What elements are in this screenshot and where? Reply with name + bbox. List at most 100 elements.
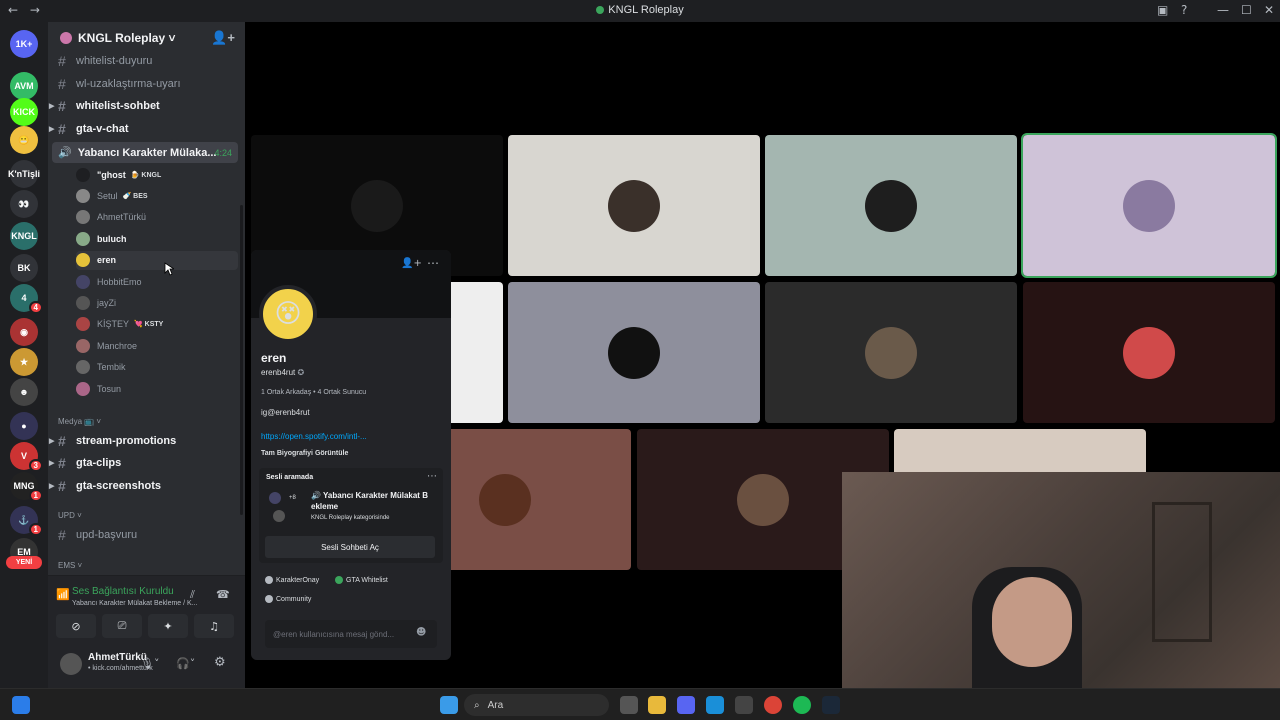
server-icon[interactable]: 👀 [10,190,38,218]
app-icon [596,6,605,15]
server-icon[interactable]: V3 [10,442,43,472]
view-full-bio-link[interactable]: Tam Biyografiyi Görüntüle [261,450,348,457]
close-icon[interactable]: ✕ [1264,3,1274,17]
channel-item[interactable]: # whitelist-duyuru [58,51,238,71]
server-icon[interactable]: KICK [10,98,38,126]
channel-item[interactable]: ▶ # gta-v-chat [49,119,238,139]
server-icon[interactable]: ◉ [10,318,38,346]
emoji-icon[interactable]: ☻ [416,627,426,638]
noise-icon[interactable]: ⫽ [190,588,195,602]
microphone-icon[interactable]: 🎙˅ [140,657,159,670]
screen-share-button[interactable]: ⎚ [102,614,142,638]
voice-member[interactable]: buluch [76,229,238,248]
task-view-icon[interactable] [620,696,638,714]
activities-button[interactable]: ✦ [148,614,188,638]
server-icon[interactable]: K'nTişli [8,160,40,188]
more-options-icon[interactable]: ⋯ [427,256,439,270]
steam-icon[interactable] [822,696,840,714]
profile-link[interactable]: https://open.spotify.com/intl-... [261,432,367,441]
maximize-icon[interactable]: ☐ [1241,3,1252,17]
start-icon[interactable] [440,696,458,714]
channel-item[interactable]: ▶ # gta-clips [49,453,238,473]
server-icon[interactable]: AVM [10,72,38,100]
taskbar-search[interactable]: ⌕ Ara [464,694,609,716]
video-tile[interactable] [765,135,1017,276]
channel-item[interactable]: ▶ # stream-promotions [49,431,238,451]
server-icon[interactable]: MNG 1 [10,472,43,502]
file-explorer-icon[interactable] [648,696,666,714]
role-color-dot [265,595,273,603]
channel-item[interactable]: ▶ # gta-screenshots [49,476,238,496]
profile-display-name: eren [261,351,287,365]
window-title: KNGL Roleplay [0,4,1280,16]
sidebar-scrollbar[interactable] [240,205,243,515]
member-name: HobbitEmo [97,276,142,287]
video-tile[interactable] [1023,282,1275,423]
server-icon[interactable]: 😬 [10,126,38,154]
voice-member[interactable]: "ghost 🍺 KNGL [76,165,238,184]
channel-upd-basvuru[interactable]: # upd-başvuru [58,525,238,545]
role-name: Community [276,595,312,603]
edge-icon[interactable] [706,696,724,714]
invite-icon[interactable]: 👤+ [211,30,235,46]
avatar [76,188,90,203]
chrome-icon[interactable] [764,696,782,714]
message-input[interactable]: @eren kullanıcısına mesaj gönd... [265,620,437,648]
inbox-icon[interactable]: ▣ [1157,3,1168,17]
participant-avatar [1123,326,1175,379]
server-icon[interactable]: KNGL [10,222,38,250]
server-icon[interactable]: ☻ [10,378,38,406]
settings-gear-icon[interactable]: ⚙ [214,655,226,670]
soundboard-button[interactable]: ♫ [194,614,234,638]
disconnect-icon[interactable]: ☎ [216,588,230,601]
channel-item[interactable]: # wl-uzaklaştırma-uyarı [58,74,238,94]
member-name: eren [97,255,117,266]
video-tile[interactable] [508,282,760,423]
taskbar-search-label: Ara [487,699,504,711]
voice-member[interactable]: Manchroe [76,336,238,355]
voice-member[interactable]: jayZi [76,293,238,312]
video-tile[interactable] [765,282,1017,423]
video-tile[interactable] [508,135,760,276]
server-label: 😬 [18,134,30,145]
spotify-icon[interactable] [793,696,811,714]
unread-indicator: ▶ [49,103,55,110]
voice-member[interactable]: Tosun [76,379,238,398]
app-icon-2[interactable] [735,696,753,714]
channel-label: gta-v-chat [76,123,129,135]
channel-item[interactable]: ▶ # whitelist-sohbet [49,96,238,116]
voice-member[interactable]: HobbitEmo [76,272,238,291]
avatar[interactable] [60,653,82,675]
server-icon[interactable]: ⚓ 1 [10,506,43,536]
role-name: KarakterOnay [276,576,320,584]
join-voice-button[interactable]: Sesli Sohbeti Aç [265,536,435,558]
server-icon[interactable]: ● [10,412,38,440]
voice-member[interactable]: Setul 🍼 BES [76,186,238,205]
profile-mutuals[interactable]: 1 Ortak Arkadaş • 4 Ortak Sunucu [261,389,366,396]
voice-status-channel[interactable]: Yabancı Karakter Mülakat Bekleme / K... [72,600,198,607]
minimize-icon[interactable]: — [1217,3,1229,17]
add-friend-icon[interactable]: 👤+ [401,258,422,269]
discord-icon[interactable] [677,696,695,714]
server-icon[interactable]: BK [10,254,38,282]
headphones-icon[interactable]: 🎧˅ [176,657,195,670]
notification-icon[interactable] [12,696,30,714]
voice-member-avatar [269,492,281,504]
server-icon[interactable]: ★ [10,348,38,376]
voice-member[interactable]: eren [76,250,238,270]
help-icon[interactable]: ? [1181,3,1187,17]
participant-avatar [608,326,660,379]
voice-member[interactable]: AhmetTürkü [76,208,238,227]
voice-member[interactable]: KİŞTEY 💘 KSTY [76,315,238,334]
server-icon[interactable]: 44 [10,284,43,314]
voice-member[interactable]: Tembik [76,358,238,377]
server-icon[interactable]: 1K+ [10,30,38,58]
voice-more-icon[interactable]: ⋯ [427,471,437,482]
category-media[interactable]: Medya 📺 ˅ [58,417,101,426]
category-ems[interactable]: EMS ˅ [58,561,82,570]
category-upd[interactable]: UPD ˅ [58,511,82,520]
video-tile[interactable] [1021,133,1277,278]
voice-channel-active[interactable]: 🔊 Yabancı Karakter Mülaka... 4:24 [52,142,238,163]
guild-header[interactable]: KNGL Roleplay ˅ 👤+ [48,22,245,54]
camera-off-button[interactable]: ⊘ [56,614,96,638]
